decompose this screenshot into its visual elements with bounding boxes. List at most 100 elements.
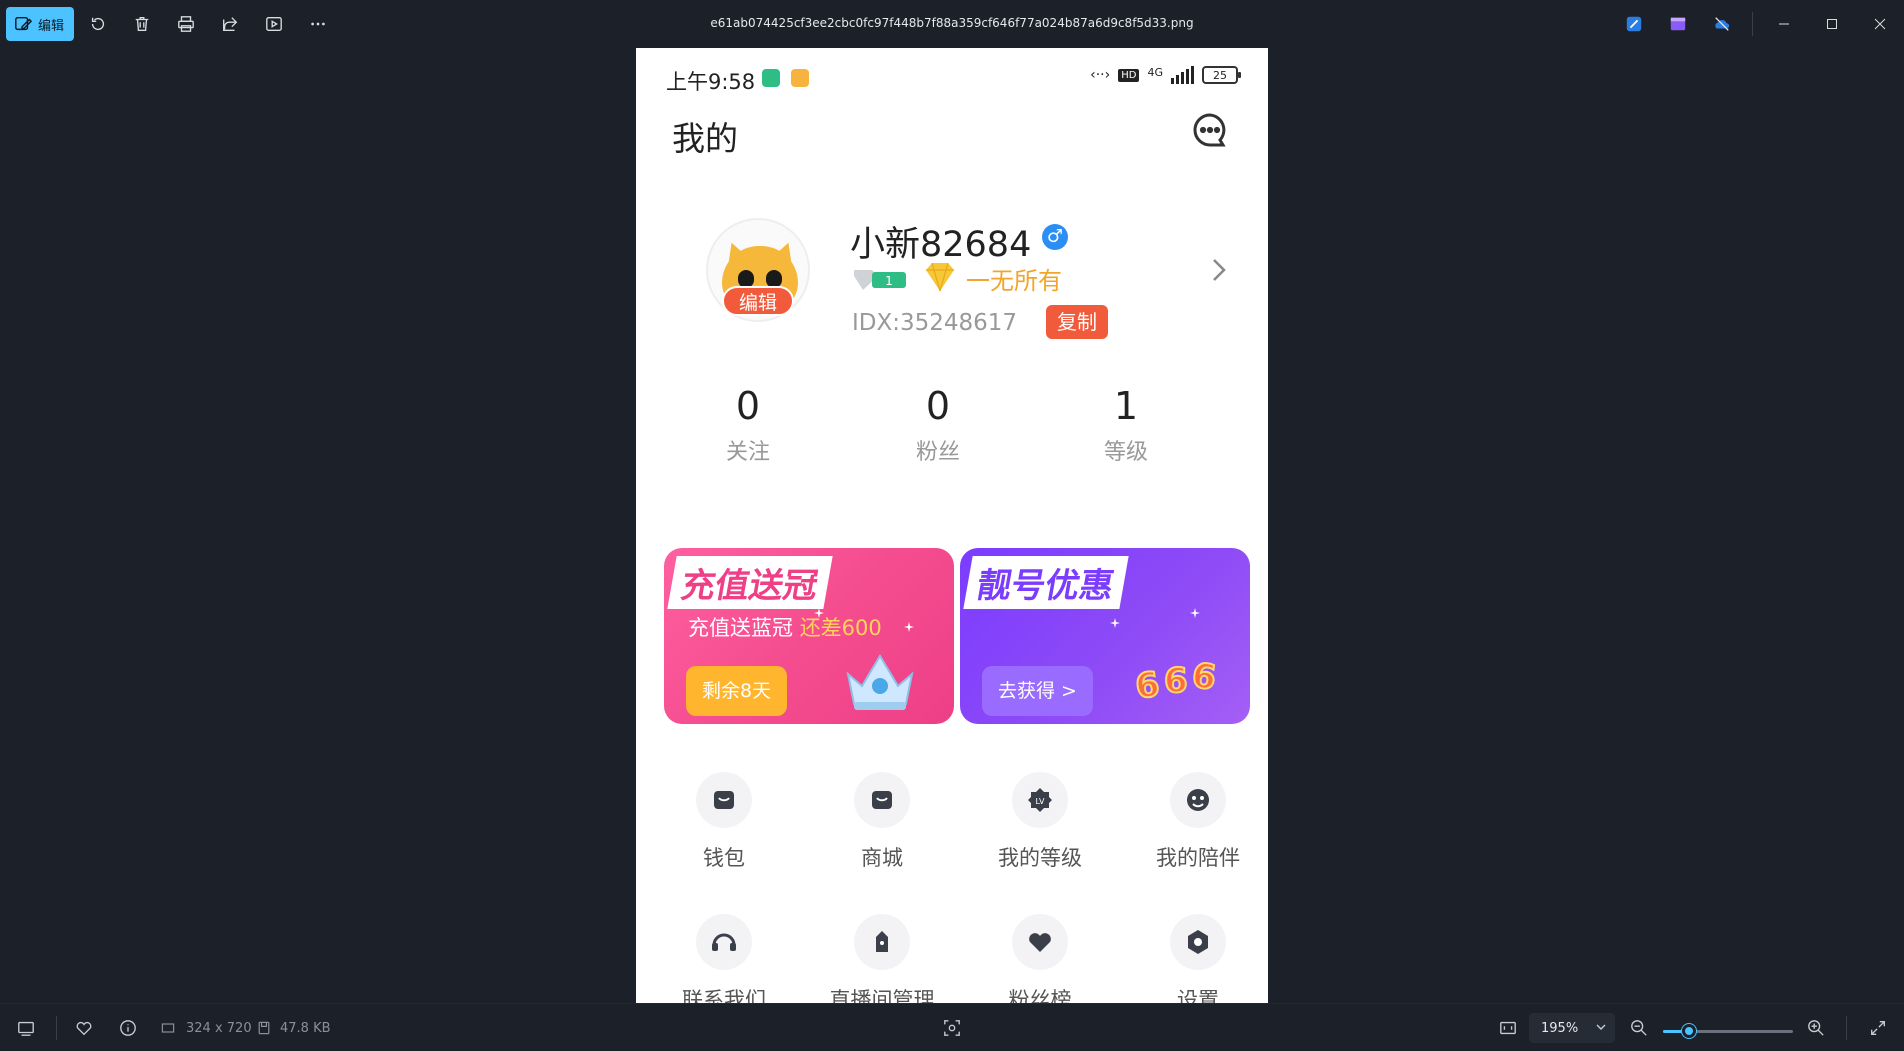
stat-following[interactable]: 0 关注 <box>688 384 808 466</box>
notification-app-icon <box>762 69 780 87</box>
menu-live-room-management[interactable]: 直播间管理 <box>812 914 952 1003</box>
network-type: 4G <box>1147 66 1163 79</box>
menu-label: 设置 <box>1177 988 1219 1003</box>
settings-hex-icon <box>1170 914 1226 970</box>
crown-icon <box>846 654 914 710</box>
filmstrip-icon[interactable] <box>16 1018 36 1038</box>
viewer-status-bar: 324 x 720 47.8 KB 195% <box>0 1003 1904 1051</box>
edit-image-icon <box>15 16 32 31</box>
companion-face-icon <box>1170 772 1226 828</box>
menu-settings[interactable]: 设置 <box>1128 914 1268 1003</box>
menu-my-companion[interactable]: 我的陪伴 <box>1128 772 1268 872</box>
favorite-heart-icon[interactable] <box>74 1018 94 1038</box>
print-icon[interactable] <box>174 12 198 36</box>
stat-level[interactable]: 1 等级 <box>1066 384 1186 466</box>
hd-icon: HD <box>1118 68 1140 82</box>
sparkle-icon <box>1190 608 1200 618</box>
close-icon <box>1874 18 1886 30</box>
shop-bag-icon <box>854 772 910 828</box>
file-size-icon <box>256 1018 272 1038</box>
wallet-icon <box>696 772 752 828</box>
svg-text:6: 6 <box>1189 656 1218 699</box>
zoom-level-dropdown[interactable]: 195% <box>1529 1013 1615 1043</box>
sparkle-icon <box>1110 618 1120 628</box>
banner-highlight: 还差600 <box>799 616 882 640</box>
close-button[interactable] <box>1866 10 1894 38</box>
copy-idx-button[interactable]: 复制 <box>1046 305 1108 339</box>
share-icon[interactable] <box>218 12 242 36</box>
phone-screenshot: 上午9:58 ‹··› HD 4G 25 我的 编辑 小新82684 ♂ 1 一… <box>636 48 1268 1003</box>
level-badge-icon: LV <box>1012 772 1068 828</box>
page-title: 我的 <box>672 119 738 158</box>
wealth-gem-icon <box>926 262 954 292</box>
menu-fan-ranking[interactable]: 粉丝榜 <box>970 914 1110 1003</box>
menu-contact-us[interactable]: 联系我们 <box>654 914 794 1003</box>
banner-title: 充值送冠 <box>667 556 833 609</box>
fit-to-window-icon[interactable] <box>1498 1018 1518 1038</box>
chevron-down-icon <box>1596 1024 1606 1030</box>
delete-icon[interactable] <box>130 12 154 36</box>
banner-subtitle: 充值送蓝冠 还差600 <box>688 612 882 642</box>
zoom-out-icon[interactable] <box>1629 1018 1649 1038</box>
zoom-level: 195% <box>1541 1020 1579 1036</box>
info-icon[interactable] <box>118 1018 138 1038</box>
toolbar-divider <box>1752 12 1753 36</box>
minimize-icon <box>1779 23 1789 25</box>
maximize-icon <box>1827 19 1837 29</box>
menu-wallet[interactable]: 钱包 <box>654 772 794 872</box>
stat-label: 粉丝 <box>915 440 960 465</box>
stat-value: 1 <box>1113 384 1139 428</box>
more-options-icon[interactable] <box>306 12 330 36</box>
visual-search-icon[interactable] <box>942 1018 962 1038</box>
stat-fans[interactable]: 0 粉丝 <box>878 384 998 466</box>
data-transfer-icon: ‹··› <box>1090 67 1111 83</box>
image-dimensions: 324 x 720 <box>186 1021 252 1036</box>
banner-title: 靓号优惠 <box>963 556 1129 609</box>
onedrive-off-icon[interactable] <box>1710 12 1734 36</box>
male-icon: ♂ <box>1042 224 1068 250</box>
status-divider <box>56 1016 57 1040</box>
menu-shop[interactable]: 商城 <box>812 772 952 872</box>
designer-app-icon[interactable] <box>1622 12 1646 36</box>
menu-label: 联系我们 <box>682 988 766 1003</box>
premium-number-banner[interactable]: 靓号优惠 去获得 > 666 <box>960 548 1250 724</box>
dimensions-icon <box>160 1018 176 1038</box>
file-size: 47.8 KB <box>280 1021 331 1036</box>
message-icon[interactable] <box>1190 110 1230 150</box>
chevron-right-icon[interactable] <box>1210 256 1228 284</box>
svg-text:6: 6 <box>1164 661 1188 701</box>
zoom-in-icon[interactable] <box>1806 1018 1826 1038</box>
menu-label: 直播间管理 <box>829 988 935 1003</box>
days-remaining-button[interactable]: 剩余8天 <box>686 666 788 716</box>
minimize-button[interactable] <box>1770 10 1798 38</box>
heart-icon <box>1012 914 1068 970</box>
menu-label: 钱包 <box>703 846 745 870</box>
svg-text:LV: LV <box>1035 797 1045 806</box>
status-bar: 上午9:58 ‹··› HD 4G 25 <box>636 64 1268 94</box>
svg-text:1: 1 <box>885 274 893 288</box>
full-screen-icon[interactable] <box>1868 1018 1888 1038</box>
user-idx: IDX:35248617 <box>852 310 1018 336</box>
svg-text:6: 6 <box>1134 664 1162 707</box>
zoom-slider-thumb[interactable] <box>1682 1024 1696 1038</box>
recharge-crown-banner[interactable]: 充值送冠 充值送蓝冠 还差600 剩余8天 <box>664 548 954 724</box>
edit-avatar-button[interactable]: 编辑 <box>722 286 794 316</box>
rotate-icon[interactable] <box>86 12 110 36</box>
stat-label: 关注 <box>725 440 770 465</box>
wealth-level: 一无所有 <box>966 267 1062 295</box>
notification-app-icon-2 <box>791 69 809 87</box>
banner-subtitle-text: 充值送蓝冠 <box>688 616 793 640</box>
slideshow-icon[interactable] <box>262 12 286 36</box>
menu-label: 粉丝榜 <box>1008 988 1072 1003</box>
menu-my-level[interactable]: LV 我的等级 <box>970 772 1110 872</box>
headset-icon <box>696 914 752 970</box>
viewer-toolbar: 编辑 e61ab074425cf3ee2cbc0fc97f448b7f88a35… <box>0 0 1904 48</box>
status-time: 上午9:58 <box>666 70 756 94</box>
edit-image-button[interactable]: 编辑 <box>6 7 75 41</box>
edit-image-label: 编辑 <box>38 18 65 34</box>
stat-label: 等级 <box>1103 440 1148 465</box>
clipchamp-app-icon[interactable] <box>1666 12 1690 36</box>
menu-label: 我的等级 <box>998 846 1082 870</box>
maximize-button[interactable] <box>1818 10 1846 38</box>
get-now-button[interactable]: 去获得 > <box>982 666 1093 716</box>
